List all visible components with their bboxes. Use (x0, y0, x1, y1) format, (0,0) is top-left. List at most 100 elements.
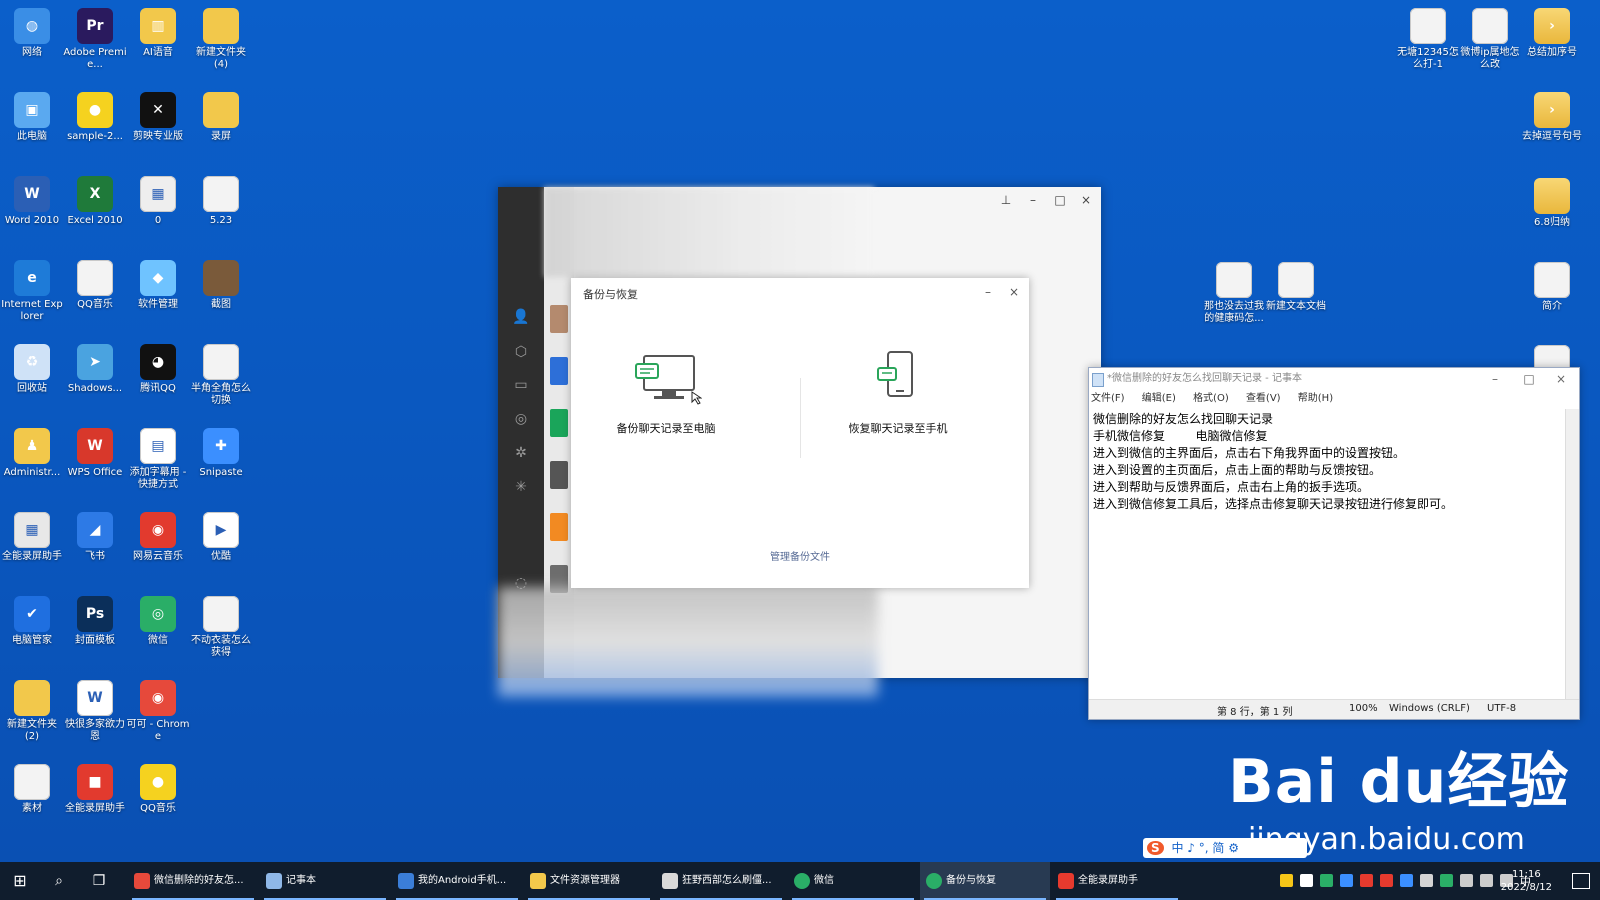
clock[interactable]: 11:16 2022/8/12 (1501, 868, 1552, 894)
taskbar-item-chrome[interactable]: 微信删除的好友怎... (128, 862, 258, 900)
notepad-close-button[interactable]: × (1547, 368, 1575, 390)
avatar[interactable] (550, 513, 568, 541)
dialog-minimize-button[interactable]: – (977, 281, 999, 303)
tray-icon[interactable] (1280, 874, 1293, 887)
network-icon[interactable] (1480, 874, 1493, 887)
desktop-icon[interactable]: ◉ 网易云音乐 (126, 512, 190, 563)
desktop-icon[interactable]: Ps 封面模板 (63, 596, 127, 647)
desktop-icon[interactable]: ◎ 微信 (126, 596, 190, 647)
taskbar-item-explorer[interactable]: 文件资源管理器 (524, 862, 654, 900)
notepad-minimize-button[interactable]: – (1481, 368, 1509, 390)
notepad-text-area[interactable]: 微信删除的好友怎么找回聊天记录 手机微信修复 电脑微信修复 进入到微信的主界面后… (1089, 409, 1565, 699)
minimize-button[interactable]: – (1020, 187, 1046, 213)
desktop-icon[interactable]: 新建文件夹 (4) (189, 8, 253, 71)
desktop-icon[interactable]: ● sample-2... (63, 92, 127, 143)
desktop-icon-doc-c[interactable]: 那也没去过我的健康码怎... (1202, 262, 1266, 325)
dialog-close-button[interactable]: × (1003, 281, 1025, 303)
close-button[interactable]: × (1073, 187, 1099, 213)
notification-icon[interactable] (1572, 873, 1590, 889)
desktop-icon[interactable]: ◕ 腾讯QQ (126, 344, 190, 395)
maximize-button[interactable]: □ (1047, 187, 1073, 213)
tray-icon[interactable] (1440, 874, 1453, 887)
desktop-icon[interactable]: ▦ 0 (126, 176, 190, 227)
desktop-icon[interactable]: 不动衣装怎么获得 (189, 596, 253, 659)
menu-view[interactable]: 查看(V) (1246, 393, 1281, 404)
desktop-icon[interactable]: ♟ Administr... (0, 428, 64, 479)
backup-to-pc-button[interactable]: 备份聊天记录至电脑 (566, 348, 766, 436)
desktop-icon[interactable]: QQ音乐 (63, 260, 127, 311)
desktop-icon[interactable]: ◆ 软件管理 (126, 260, 190, 311)
taskbar-item-backup[interactable]: 备份与恢复 (920, 862, 1050, 900)
taskbar-item-android[interactable]: 我的Android手机... (392, 862, 522, 900)
desktop-icon[interactable]: 录屏 (189, 92, 253, 143)
tray-icon[interactable] (1320, 874, 1333, 887)
tray-icon[interactable] (1300, 874, 1313, 887)
tray-icon[interactable] (1340, 874, 1353, 887)
favorites-icon[interactable]: ⬡ (511, 342, 531, 362)
desktop-icon[interactable]: 5.23 (189, 176, 253, 227)
task-view-icon[interactable]: ❐ (80, 862, 118, 900)
desktop-icon[interactable]: e Internet Explorer (0, 260, 64, 323)
search-icon[interactable]: ⌕ (40, 862, 78, 900)
avatar[interactable] (550, 461, 568, 489)
desktop-icon[interactable]: ■ 全能录屏助手 (63, 764, 127, 815)
menu-help[interactable]: 帮助(H) (1298, 393, 1333, 404)
desktop-icon[interactable]: ◍ 网络 (0, 8, 64, 59)
desktop-icon[interactable]: 素材 (0, 764, 64, 815)
desktop-icon[interactable]: ✔ 电脑管家 (0, 596, 64, 647)
desktop-icon[interactable]: 新建文件夹 (2) (0, 680, 64, 743)
settings-icon[interactable]: ✲ (511, 443, 531, 463)
desktop-icon[interactable]: ✕ 剪映专业版 (126, 92, 190, 143)
desktop-icon[interactable]: ➤ Shadows... (63, 344, 127, 395)
manage-backup-files-link[interactable]: 管理备份文件 (571, 548, 1029, 563)
desktop-icon[interactable]: ✚ Snipaste (189, 428, 253, 479)
desktop-icon-doc-a[interactable]: 无塘12345怎么打-1 (1396, 8, 1460, 71)
ime-toolbar[interactable]: S 中 ♪ °, 简 ⚙ (1143, 838, 1307, 858)
tray-icon[interactable] (1400, 874, 1413, 887)
desktop-icon-doc-d[interactable]: 新建文本文档 (1264, 262, 1328, 313)
windows-start-icon[interactable]: ⊞ (0, 862, 40, 900)
mini-program-icon[interactable]: ✳ (511, 477, 531, 497)
desktop-icon[interactable]: ▥ AI语音 (126, 8, 190, 59)
moments-icon[interactable]: ◎ (511, 409, 531, 429)
notepad-scrollbar[interactable] (1565, 409, 1579, 699)
desktop-icon[interactable]: 截图 (189, 260, 253, 311)
desktop-icon[interactable]: ▣ 此电脑 (0, 92, 64, 143)
desktop-icon[interactable]: W Word 2010 (0, 176, 64, 227)
desktop-icon-doc-e[interactable]: 简介 (1520, 262, 1584, 313)
desktop-icon[interactable]: ◢ 飞书 (63, 512, 127, 563)
taskbar-item-recorder[interactable]: 全能录屏助手 (1052, 862, 1182, 900)
desktop-icon[interactable]: ♻ 回收站 (0, 344, 64, 395)
desktop-icon[interactable]: ▦ 全能录屏助手 (0, 512, 64, 563)
desktop-icon[interactable]: Pr Adobe Premie... (63, 8, 127, 71)
desktop-icon-script-b[interactable]: › 去掉逗号句号 (1520, 92, 1584, 143)
taskbar-item-notepad[interactable]: 记事本 (260, 862, 390, 900)
tray-icon[interactable] (1420, 874, 1433, 887)
taskbar-item-document[interactable]: 狂野西部怎么刷僵... (656, 862, 786, 900)
tray-icon[interactable] (1380, 874, 1393, 887)
desktop-icon[interactable]: W 快很多家欲力恩 (63, 680, 127, 743)
desktop-icon[interactable]: ▶ 优酷 (189, 512, 253, 563)
desktop-icon[interactable]: X Excel 2010 (63, 176, 127, 227)
taskbar-item-wechat[interactable]: 微信 (788, 862, 918, 900)
desktop-icon-doc-b[interactable]: 微博ip属地怎么改 (1458, 8, 1522, 71)
desktop-icon[interactable]: ◉ 可可 - Chrome (126, 680, 190, 743)
restore-to-phone-button[interactable]: 恢复聊天记录至手机 (798, 348, 998, 436)
mic-icon[interactable] (1460, 874, 1473, 887)
desktop-icon[interactable]: W WPS Office (63, 428, 127, 479)
menu-format[interactable]: 格式(O) (1193, 393, 1229, 404)
notepad-window[interactable]: *微信删除的好友怎么找回聊天记录 - 记事本 – □ × 文件(F) 编辑(E)… (1088, 367, 1580, 720)
desktop-icon-archive[interactable]: 6.8归纳 (1520, 178, 1584, 229)
notepad-maximize-button[interactable]: □ (1515, 368, 1543, 390)
desktop-icon[interactable]: ● QQ音乐 (126, 764, 190, 815)
folder-icon[interactable]: ▭ (511, 375, 531, 395)
avatar[interactable] (550, 305, 568, 333)
menu-file[interactable]: 文件(F) (1091, 393, 1125, 404)
menu-edit[interactable]: 编辑(E) (1142, 393, 1176, 404)
contacts-icon[interactable]: 👤 (511, 307, 531, 327)
desktop-icon[interactable]: 半角全角怎么切换 (189, 344, 253, 407)
tray-icon[interactable] (1360, 874, 1373, 887)
desktop-icon-script-a[interactable]: › 总结加序号 (1520, 8, 1584, 59)
desktop-icon[interactable]: ▤ 添加字幕用 - 快捷方式 (126, 428, 190, 491)
pin-button[interactable]: ⊥ (993, 187, 1019, 213)
